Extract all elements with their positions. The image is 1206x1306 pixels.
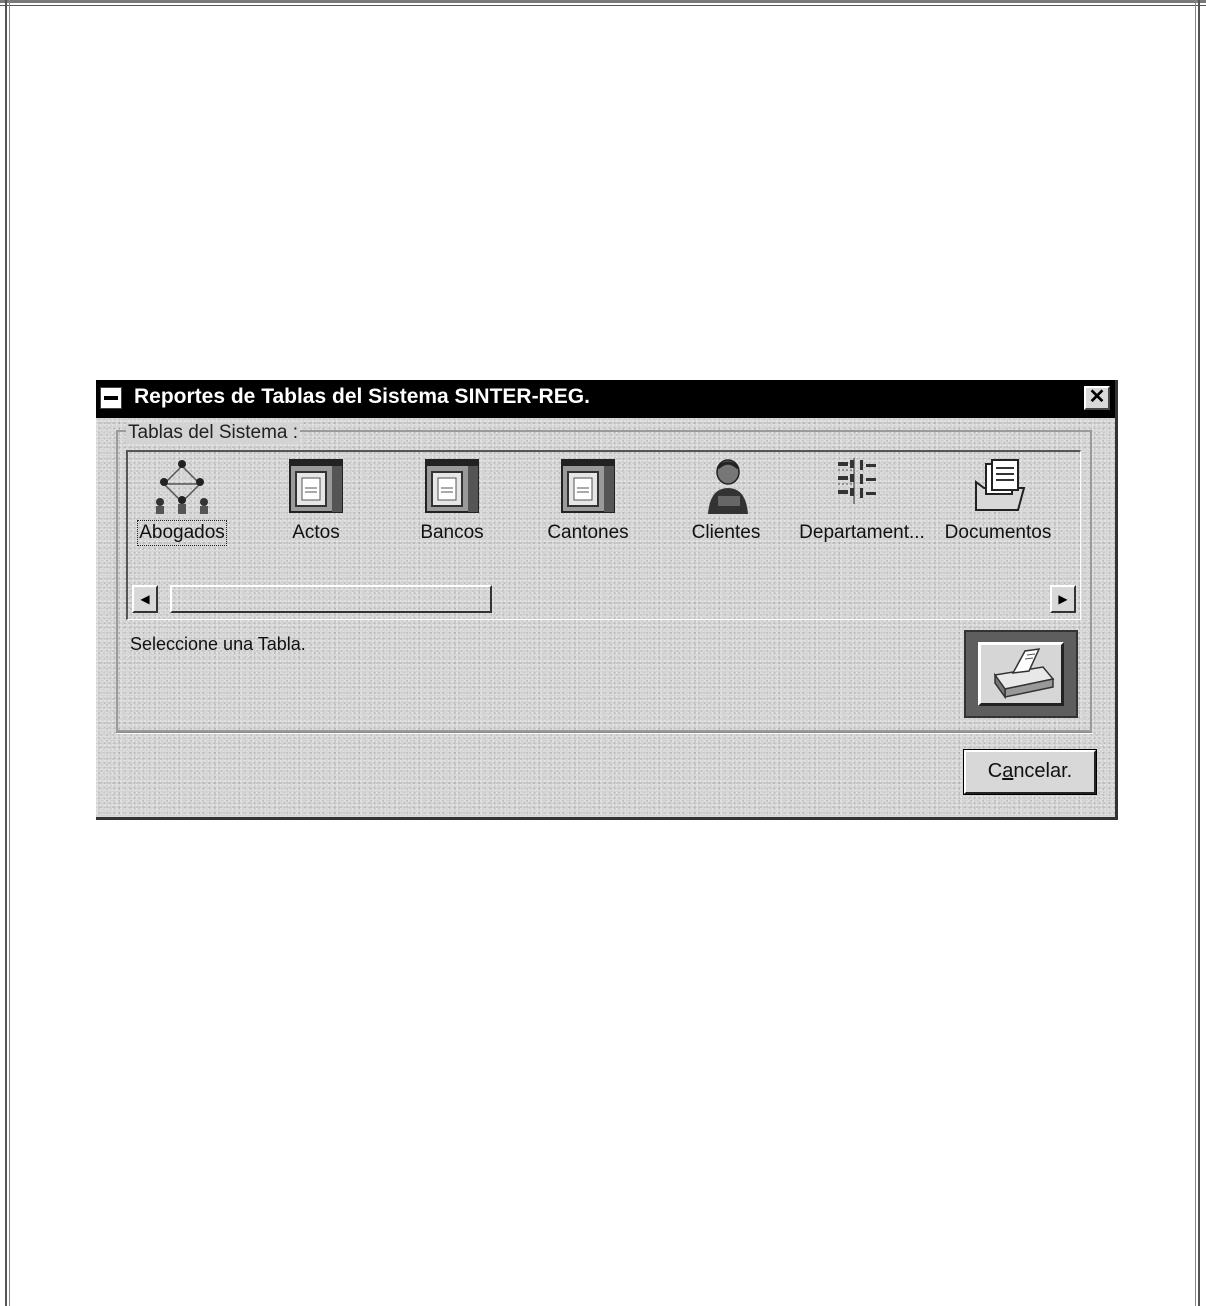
list-item-departamentos[interactable]: Departament... bbox=[792, 458, 932, 558]
frame-left-border bbox=[5, 0, 7, 1306]
document-window-icon bbox=[561, 459, 615, 513]
close-button[interactable]: ✕ bbox=[1084, 386, 1110, 410]
frame-left-border-inner bbox=[9, 0, 10, 1306]
org-chart-icon bbox=[838, 458, 876, 504]
list-item-cantones[interactable]: Cantones bbox=[518, 458, 658, 558]
frame-right-border bbox=[1198, 0, 1200, 1306]
cancel-label-suffix: ncelar. bbox=[1013, 760, 1073, 782]
list-item-label: Departament... bbox=[799, 522, 925, 543]
groupbox-title: Tablas del Sistema : bbox=[126, 422, 301, 444]
list-item-documentos[interactable]: Documentos bbox=[928, 458, 1068, 558]
list-item-abogados[interactable]: Abogados bbox=[112, 458, 252, 558]
scroll-right-button[interactable]: ▶ bbox=[1050, 585, 1076, 613]
list-item-label: Documentos bbox=[944, 522, 1052, 543]
frame-top-border bbox=[0, 0, 1206, 3]
list-item-clientes[interactable]: Clientes bbox=[656, 458, 796, 558]
cancel-label-prefix: C bbox=[987, 760, 1003, 782]
reports-dialog: Reportes de Tablas del Sistema SINTER-RE… bbox=[96, 380, 1118, 820]
horizontal-scrollbar[interactable]: ◀ ▶ bbox=[132, 585, 1080, 615]
list-item-label: Actos bbox=[292, 522, 340, 543]
system-menu-icon[interactable] bbox=[100, 387, 122, 409]
dialog-titlebar[interactable]: Reportes de Tablas del Sistema SINTER-RE… bbox=[96, 380, 1115, 418]
frame-top-border-inner bbox=[0, 5, 1206, 6]
list-item-actos[interactable]: Actos bbox=[246, 458, 386, 558]
frame-right-border-inner bbox=[1195, 0, 1196, 1306]
document-window-icon bbox=[425, 459, 479, 513]
print-button[interactable] bbox=[978, 642, 1064, 706]
document-window-icon bbox=[289, 459, 343, 513]
scroll-thumb[interactable] bbox=[170, 585, 492, 613]
list-item-bancos[interactable]: Bancos bbox=[382, 458, 522, 558]
status-text: Seleccione una Tabla. bbox=[130, 634, 306, 654]
printer-icon bbox=[993, 648, 1055, 700]
print-button-frame bbox=[964, 630, 1078, 718]
arrow-right-icon: ▶ bbox=[1058, 592, 1068, 606]
list-item-label: Clientes bbox=[691, 522, 761, 543]
dialog-divider bbox=[116, 732, 1092, 734]
dialog-title: Reportes de Tablas del Sistema SINTER-RE… bbox=[134, 385, 590, 408]
cancel-label-mnemonic: a bbox=[1002, 760, 1014, 782]
people-network-icon bbox=[156, 460, 208, 514]
folder-documents-icon bbox=[975, 459, 1026, 511]
list-item-label: Cantones bbox=[547, 522, 629, 543]
person-icon bbox=[708, 459, 748, 514]
list-item-label: Abogados bbox=[137, 520, 227, 546]
cancel-button[interactable]: Cancelar. bbox=[963, 749, 1097, 795]
list-item-label: Bancos bbox=[420, 522, 484, 543]
arrow-left-icon: ◀ bbox=[140, 592, 150, 606]
scroll-left-button[interactable]: ◀ bbox=[132, 585, 158, 613]
